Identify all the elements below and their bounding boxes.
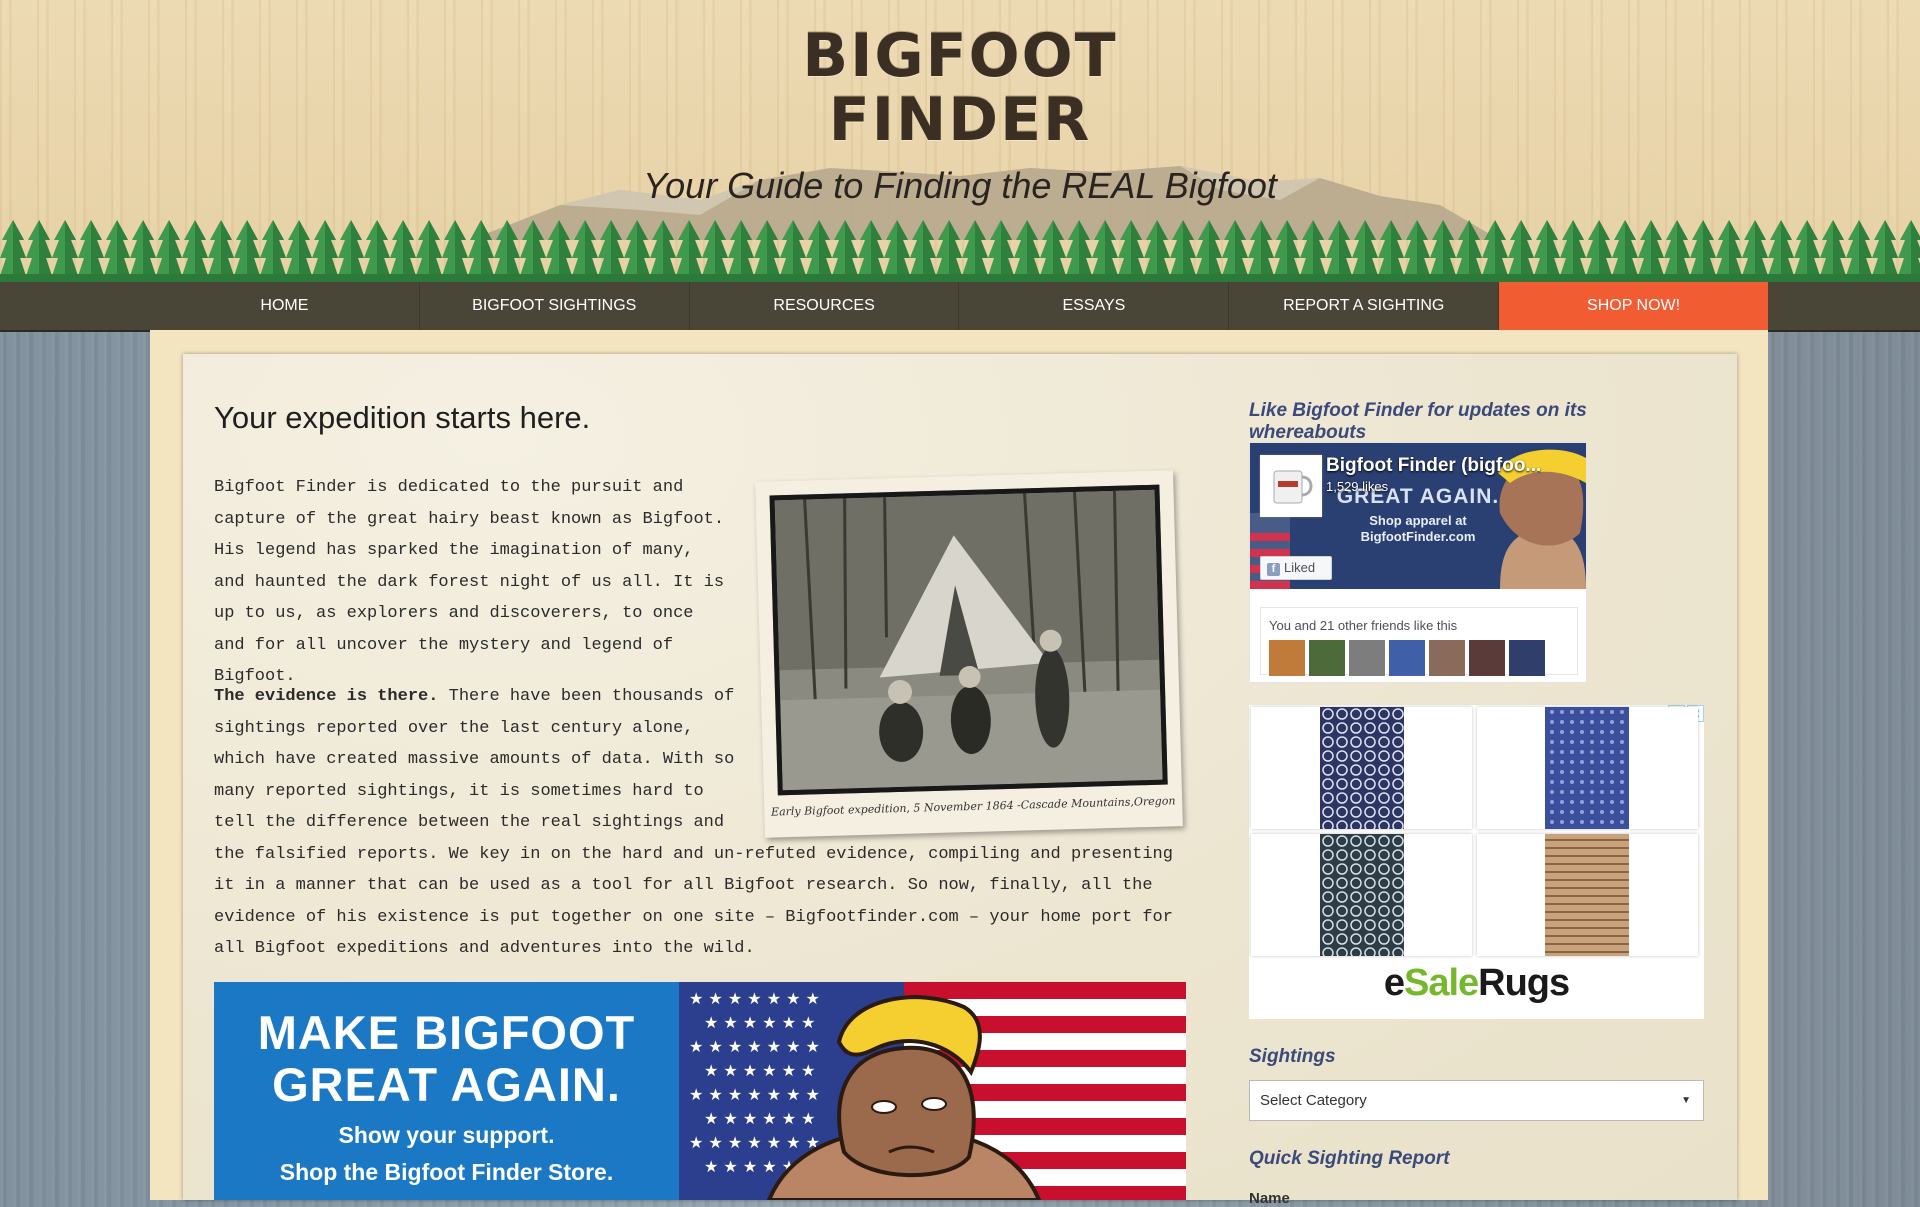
facebook-like-count: 1,529 likes: [1326, 479, 1389, 494]
banner-line-2: GREAT AGAIN.: [272, 1058, 621, 1111]
expedition-photo: Early Bigfoot expedition, 5 November 186…: [755, 470, 1183, 838]
friend-avatar[interactable]: [1429, 640, 1465, 676]
esalerugs-logo-sale: Sale: [1403, 962, 1479, 1004]
nav-bigfoot-sightings[interactable]: BIGFOOT SIGHTINGS: [420, 282, 690, 330]
site-logo[interactable]: BIGFOOT FINDER: [775, 24, 1145, 152]
friend-avatar[interactable]: [1509, 640, 1545, 676]
photo-caption: Early Bigfoot expedition, 5 November 186…: [770, 794, 1176, 819]
name-field-label: Name: [1249, 1190, 1290, 1207]
facebook-page-name[interactable]: Bigfoot Finder (bigfoo...: [1326, 455, 1541, 477]
svg-text:★ ★ ★ ★ ★ ★: ★ ★ ★ ★ ★ ★: [704, 1109, 816, 1128]
rugs-advertisement[interactable]: ▷ ✕ eSaleRugs: [1249, 705, 1704, 1019]
esalerugs-logo-e: e: [1383, 962, 1405, 1004]
facebook-icon: f: [1267, 563, 1280, 576]
nav-report-a-sighting[interactable]: REPORT A SIGHTING: [1229, 282, 1500, 330]
rug-tile[interactable]: [1477, 707, 1698, 829]
main-content: Your expedition starts here. Bigfoot Fin…: [214, 400, 1186, 958]
svg-text:★ ★ ★ ★ ★ ★: ★ ★ ★ ★ ★ ★: [704, 1061, 816, 1080]
nav-resources[interactable]: RESOURCES: [690, 282, 960, 330]
facebook-page-widget: GREAT AGAIN. Shop apparel at BigfootFind…: [1249, 442, 1587, 683]
facebook-liked-label: Liked: [1284, 560, 1316, 575]
tent-campsite-image: [774, 489, 1163, 791]
svg-text:★ ★ ★ ★ ★ ★ ★: ★ ★ ★ ★ ★ ★ ★: [689, 1085, 820, 1104]
facebook-widget-title: Like Bigfoot Finder for updates on its w…: [1249, 400, 1587, 443]
sightings-widget-title: Sightings: [1249, 1046, 1336, 1067]
nav-home[interactable]: HOME: [150, 282, 420, 330]
svg-text:★ ★ ★ ★ ★ ★: ★ ★ ★ ★ ★ ★: [704, 1013, 816, 1032]
friend-avatar[interactable]: [1269, 640, 1305, 676]
mug-icon: [1273, 470, 1313, 504]
logo-line-1: BIGFOOT: [802, 21, 1118, 91]
sightings-category-value: Select Category: [1260, 1092, 1367, 1109]
intro-paragraph: Bigfoot Finder is dedicated to the pursu…: [214, 478, 725, 686]
site-header: BIGFOOT FINDER Your Guide to Finding the…: [0, 0, 1920, 282]
facebook-friend-avatars: [1269, 640, 1545, 676]
banner-sub-2: Shop the Bigfoot Finder Store.: [279, 1159, 614, 1185]
rug-tile[interactable]: [1477, 834, 1698, 956]
banner-line-1: MAKE BIGFOOT: [257, 1006, 636, 1059]
quick-report-title: Quick Sighting Report: [1249, 1148, 1450, 1169]
facebook-friends-box: You and 21 other friends like this: [1260, 607, 1578, 676]
friend-avatar[interactable]: [1309, 640, 1345, 676]
svg-text:★ ★ ★ ★ ★ ★ ★: ★ ★ ★ ★ ★ ★ ★: [689, 989, 820, 1008]
main-navigation: HOME BIGFOOT SIGHTINGS RESOURCES ESSAYS …: [0, 282, 1920, 332]
sightings-category-select[interactable]: Select Category ▼: [1249, 1080, 1704, 1121]
facebook-page-avatar[interactable]: [1260, 455, 1322, 517]
rug-tile[interactable]: [1251, 707, 1472, 829]
friend-avatar[interactable]: [1389, 640, 1425, 676]
facebook-cover-image[interactable]: GREAT AGAIN. Shop apparel at BigfootFind…: [1250, 443, 1586, 589]
facebook-liked-button[interactable]: f Liked: [1260, 556, 1332, 580]
friend-avatar[interactable]: [1469, 640, 1505, 676]
banner-subtext: Show your support. Shop the Bigfoot Find…: [214, 1117, 679, 1191]
banner-text-panel: MAKE BIGFOOT GREAT AGAIN. Show your supp…: [214, 982, 679, 1200]
svg-text:★ ★ ★ ★ ★ ★ ★: ★ ★ ★ ★ ★ ★ ★: [689, 1133, 820, 1152]
expedition-photo-image: [769, 484, 1168, 796]
esalerugs-logo[interactable]: eSaleRugs: [1249, 962, 1704, 1005]
store-banner[interactable]: MAKE BIGFOOT GREAT AGAIN. Show your supp…: [214, 982, 1186, 1200]
sidebar: Like Bigfoot Finder for updates on its w…: [1249, 400, 1704, 1207]
nav-shop-now[interactable]: SHOP NOW!: [1499, 282, 1768, 330]
facebook-friends-text: You and 21 other friends like this: [1269, 618, 1458, 633]
pine-trees-border: [0, 218, 1920, 282]
esalerugs-logo-rugs: Rugs: [1478, 962, 1570, 1004]
rug-blue-medallion-image: [1545, 707, 1629, 829]
rug-tile[interactable]: [1251, 834, 1472, 956]
rug-striped-jute-image: [1545, 834, 1629, 956]
banner-sub-1: Show your support.: [338, 1122, 555, 1148]
svg-text:★ ★ ★ ★ ★ ★ ★: ★ ★ ★ ★ ★ ★ ★: [689, 1037, 820, 1056]
flag-bigfoot-illustration: ★ ★ ★ ★ ★ ★ ★ ★ ★ ★ ★ ★ ★ ★ ★ ★ ★ ★ ★ ★ …: [679, 982, 1186, 1200]
logo-line-2: FINDER: [828, 85, 1092, 155]
chevron-down-icon: ▼: [1681, 1095, 1691, 1106]
banner-headline: MAKE BIGFOOT GREAT AGAIN.: [214, 1007, 679, 1111]
facebook-cover-sub-2: BigfootFinder.com: [1360, 529, 1476, 544]
page-heading: Your expedition starts here.: [214, 400, 591, 435]
site-tagline: Your Guide to Finding the REAL Bigfoot: [643, 165, 1277, 206]
friend-avatar[interactable]: [1349, 640, 1385, 676]
nav-essays[interactable]: ESSAYS: [959, 282, 1230, 330]
evidence-lead: The evidence is there.: [214, 687, 439, 706]
rug-navy-trellis-image: [1320, 707, 1404, 829]
rug-teal-trellis-image: [1320, 834, 1404, 956]
